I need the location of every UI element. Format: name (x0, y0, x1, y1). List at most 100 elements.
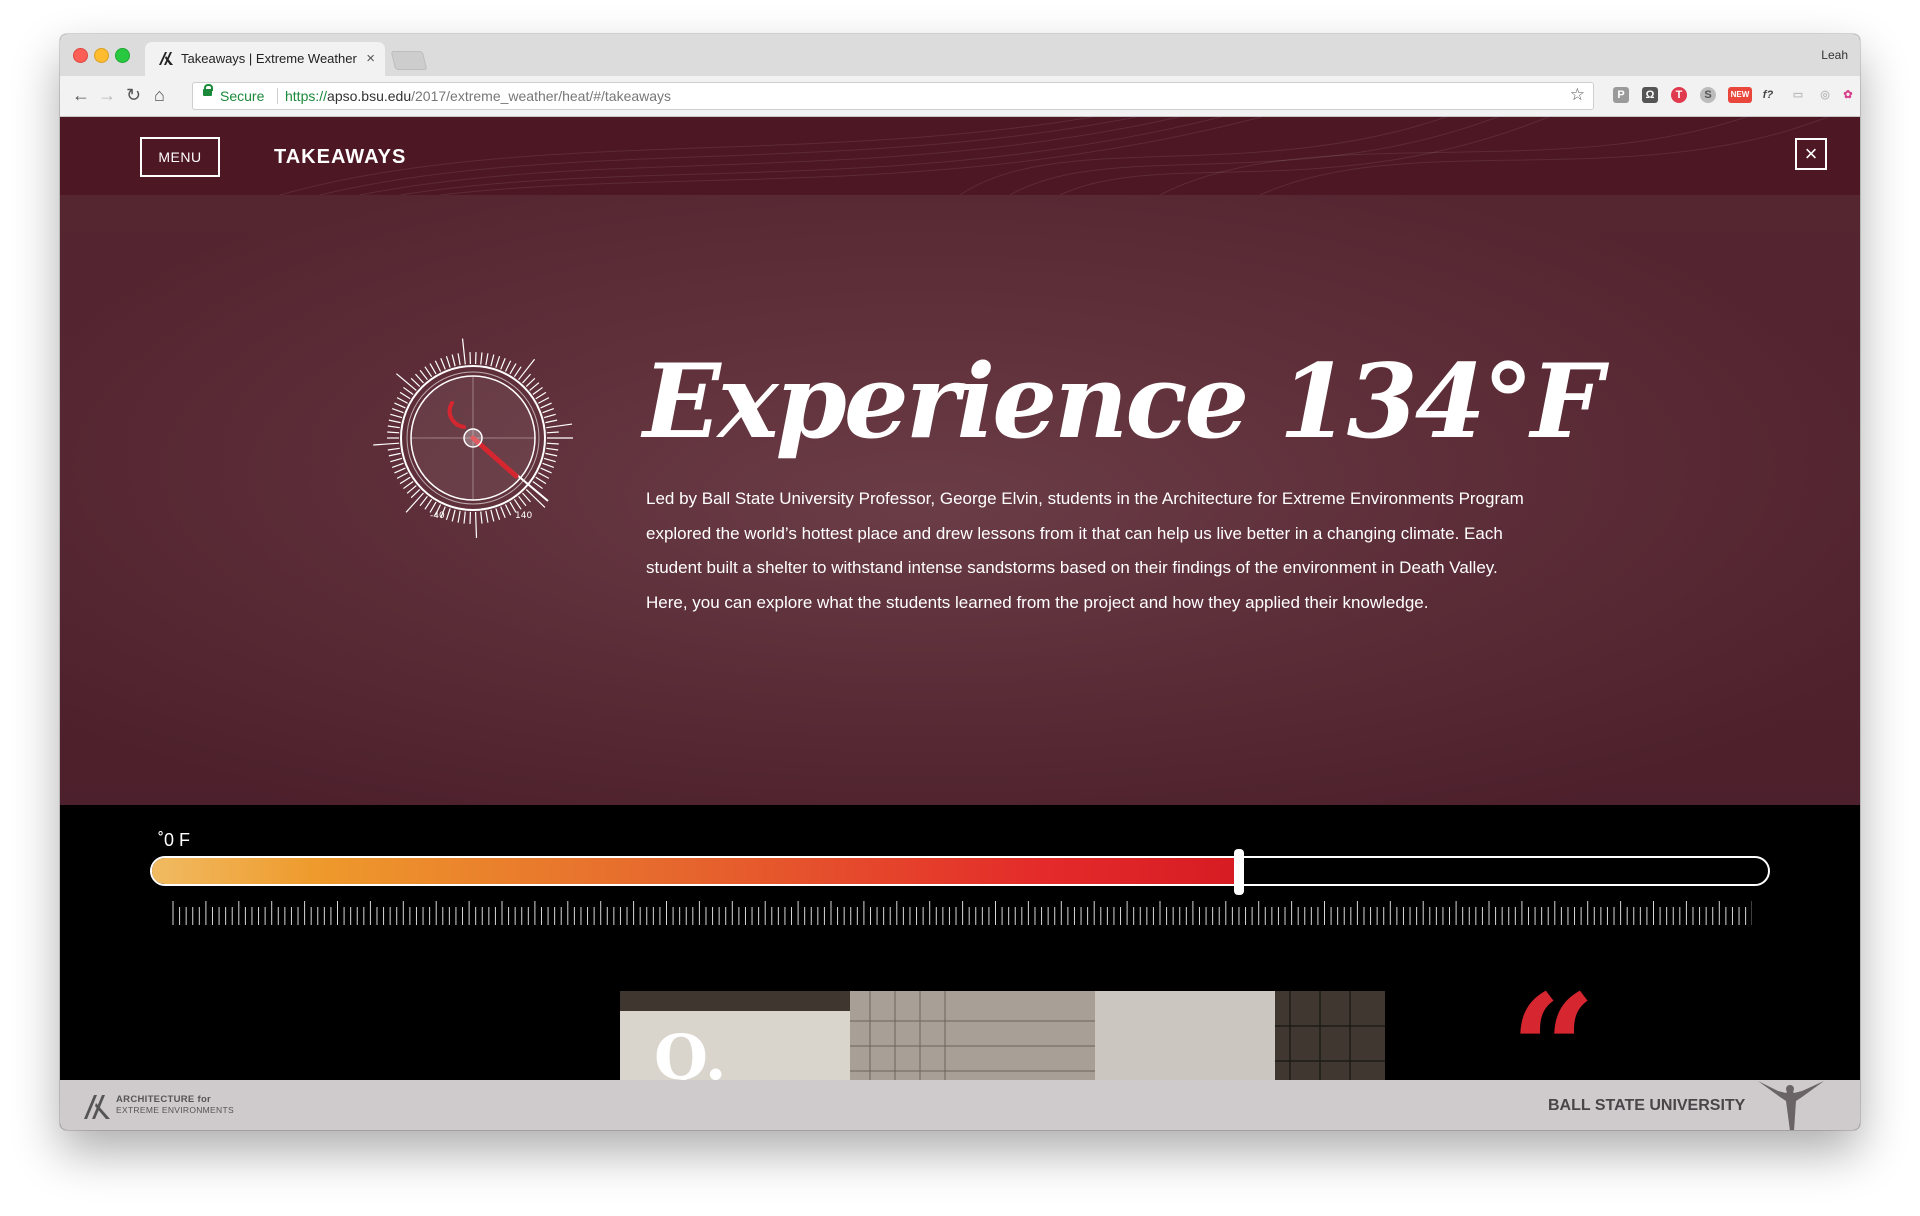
gauge-tick (538, 397, 550, 404)
gauge-tick (480, 511, 483, 524)
gauge-tick (474, 511, 478, 538)
thermometer-gauge-icon: -40 140 (373, 338, 573, 538)
gauge-tick (509, 363, 517, 375)
page-title: TAKEAWAYS (274, 146, 407, 168)
slider-tick-marks (172, 901, 1752, 925)
reload-icon[interactable]: ↻ (126, 84, 141, 106)
gauge-tick (399, 391, 411, 400)
gauge-tick (390, 413, 403, 419)
gauge-tick (513, 366, 522, 377)
gauge-tick (535, 391, 547, 400)
gauge-tick (490, 354, 495, 367)
gauge-min-label: -40 (430, 511, 445, 521)
gauge-tick (406, 485, 417, 494)
gauge-tick (373, 442, 400, 446)
gauge-tick (529, 382, 540, 391)
home-icon[interactable]: ⌂ (154, 84, 165, 106)
forward-arrow-icon[interactable]: → (98, 84, 116, 106)
back-arrow-icon[interactable]: ← (72, 84, 90, 106)
url-path: /2017/extreme_weather/heat/#/takeaways (411, 88, 672, 104)
gauge-tick (434, 360, 442, 372)
gauge-tick (545, 419, 558, 424)
gauge-tick (546, 442, 559, 445)
gauge-tick (457, 353, 461, 366)
lock-icon (203, 84, 213, 96)
beneficence-statue-icon (1758, 1081, 1824, 1130)
gauge-tick (390, 457, 403, 463)
gauge-tick (399, 476, 411, 485)
temperature-slider-fill (152, 858, 1241, 884)
gauge-tick (394, 467, 406, 474)
extension-circle-icon[interactable]: ◎ (1817, 87, 1833, 103)
gauge-tick (535, 476, 547, 485)
url-text[interactable]: https://apso.bsu.edu/2017/extreme_weathe… (285, 88, 671, 104)
gauge-tick (500, 358, 506, 370)
site-logo-icon (159, 52, 173, 65)
gauge-tick (429, 363, 437, 375)
site-header: MENU TAKEAWAYS × (60, 117, 1860, 195)
gauge-tick (490, 509, 495, 522)
gauge-max-label: 140 (515, 511, 532, 521)
close-window-button[interactable] (73, 48, 88, 63)
extension-box-icon[interactable]: ▭ (1790, 87, 1806, 103)
gauge-tick (538, 472, 550, 479)
gauge-tick (546, 431, 559, 434)
gauge-tick (543, 413, 556, 419)
gauge-tick (403, 386, 414, 395)
profile-name[interactable]: Leah (1821, 48, 1848, 62)
temperature-slider-handle[interactable] (1233, 849, 1244, 895)
menu-button[interactable]: MENU (140, 137, 220, 177)
gauge-tick (440, 358, 446, 370)
gauge-tick (525, 488, 546, 508)
ball-state-university-logo[interactable]: BALL STATE UNIVERSITY (1548, 1097, 1745, 1115)
aee-logo-line2: EXTREME ENVIRONMENTS (116, 1105, 234, 1115)
hero-description: Led by Ball State University Professor, … (646, 489, 1524, 612)
url-host: apso.bsu.edu (327, 88, 412, 104)
extension-shield-icon[interactable]: Ω (1642, 87, 1658, 103)
address-bar[interactable]: Secure https://apso.bsu.edu/2017/extreme… (192, 82, 1594, 110)
extension-color-icon[interactable]: ✿ (1840, 87, 1856, 103)
browser-toolbar: ← → ↻ ⌂ Secure https://apso.bsu.edu/2017… (60, 76, 1860, 117)
gauge-tick (424, 366, 433, 377)
gauge-tick (415, 373, 424, 384)
gauge-tick (532, 481, 543, 490)
extension-t-icon[interactable]: T (1671, 87, 1687, 103)
gauge-tick (545, 452, 558, 457)
gauge-tick (540, 402, 552, 409)
close-button[interactable]: × (1795, 138, 1827, 170)
gauge-tick (495, 508, 501, 520)
extension-p-icon[interactable]: P (1613, 87, 1629, 103)
tab-takeaways[interactable]: Takeaways | Extreme Weather × (145, 42, 385, 76)
gauge-tick (424, 499, 433, 510)
extension-font-icon[interactable]: f? (1760, 87, 1776, 103)
gauge-tick (546, 447, 559, 451)
minimize-window-button[interactable] (94, 48, 109, 63)
gauge-tick (403, 481, 414, 490)
gauge-tick (387, 447, 400, 451)
gauge-tick (525, 377, 536, 388)
gauge-tick (451, 509, 456, 522)
gauge-tick (396, 373, 417, 391)
gauge-tick (546, 423, 573, 429)
gauge-tick (410, 488, 421, 499)
aee-logo-text[interactable]: ARCHITECTURE for EXTREME ENVIRONMENTS (116, 1095, 234, 1116)
gauge-tick (543, 457, 556, 463)
bookmark-star-icon[interactable]: ☆ (1570, 85, 1585, 105)
gauge-tick (504, 360, 512, 372)
tab-close-icon[interactable]: × (366, 50, 375, 67)
hero-heading: Experience 134°F (643, 342, 1603, 462)
gauge-tick (518, 358, 536, 381)
zoom-window-button[interactable] (115, 48, 130, 63)
gauge-tick (394, 402, 406, 409)
slider-value-label: ˚0 F (158, 830, 191, 850)
gauge-tick (463, 511, 466, 524)
extension-new-icon[interactable]: NEW (1728, 87, 1752, 103)
gauge-tick (542, 408, 555, 414)
gauge-tick (485, 353, 489, 366)
new-tab-button[interactable] (390, 51, 428, 70)
extension-s-icon[interactable]: S (1700, 87, 1716, 103)
temperature-slider-track[interactable] (150, 856, 1770, 886)
temperature-slider-section: ˚0 F (60, 805, 1860, 955)
gauge-tick (542, 462, 555, 468)
gauge-tick (405, 492, 424, 513)
